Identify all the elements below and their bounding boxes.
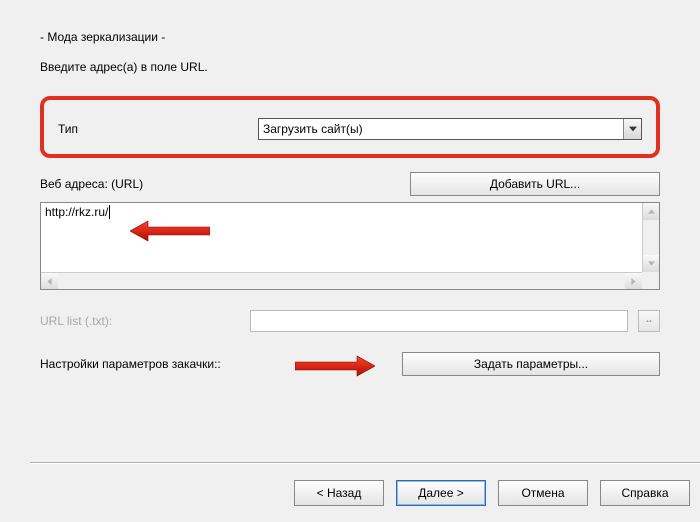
set-params-button[interactable]: Задать параметры... xyxy=(402,352,660,376)
chevron-down-icon[interactable] xyxy=(623,119,641,139)
scroll-down-icon[interactable] xyxy=(643,255,660,272)
text-cursor xyxy=(109,205,110,219)
scroll-up-icon[interactable] xyxy=(643,203,660,220)
help-button[interactable]: Справка xyxy=(600,480,690,506)
url-list-input xyxy=(250,310,628,332)
instruction-text: Введите адрес(а) в поле URL. xyxy=(40,60,660,74)
next-button[interactable]: Далее > xyxy=(396,480,486,506)
back-button[interactable]: < Назад xyxy=(294,480,384,506)
cancel-button[interactable]: Отмена xyxy=(498,480,588,506)
type-highlight-box: Тип Загрузить сайт(ы) xyxy=(40,96,660,158)
footer-buttons: < Назад Далее > Отмена Справка xyxy=(294,480,690,506)
add-url-button[interactable]: Добавить URL... xyxy=(410,172,660,196)
type-dropdown-value: Загрузить сайт(ы) xyxy=(263,122,363,136)
footer-separator xyxy=(30,462,700,464)
url-list-label: URL list (.txt): xyxy=(40,314,240,328)
browse-button: .. xyxy=(638,310,660,332)
type-dropdown[interactable]: Загрузить сайт(ы) xyxy=(258,118,642,140)
url-label: Веб адреса: (URL) xyxy=(40,177,143,191)
scroll-right-icon[interactable] xyxy=(625,273,642,290)
url-textarea[interactable]: http://rkz.ru/ xyxy=(40,202,660,290)
annotation-arrow-2 xyxy=(295,354,375,378)
params-label: Настройки параметров закачки:: xyxy=(40,357,221,371)
type-label: Тип xyxy=(58,122,218,136)
page-title: - Мода зеркализации - xyxy=(40,30,660,44)
url-textarea-value: http://rkz.ru/ xyxy=(45,205,108,219)
scroll-left-icon[interactable] xyxy=(41,273,58,290)
scrollbar-horizontal[interactable] xyxy=(41,272,642,289)
scrollbar-corner xyxy=(642,272,659,289)
scrollbar-vertical[interactable] xyxy=(642,203,659,272)
